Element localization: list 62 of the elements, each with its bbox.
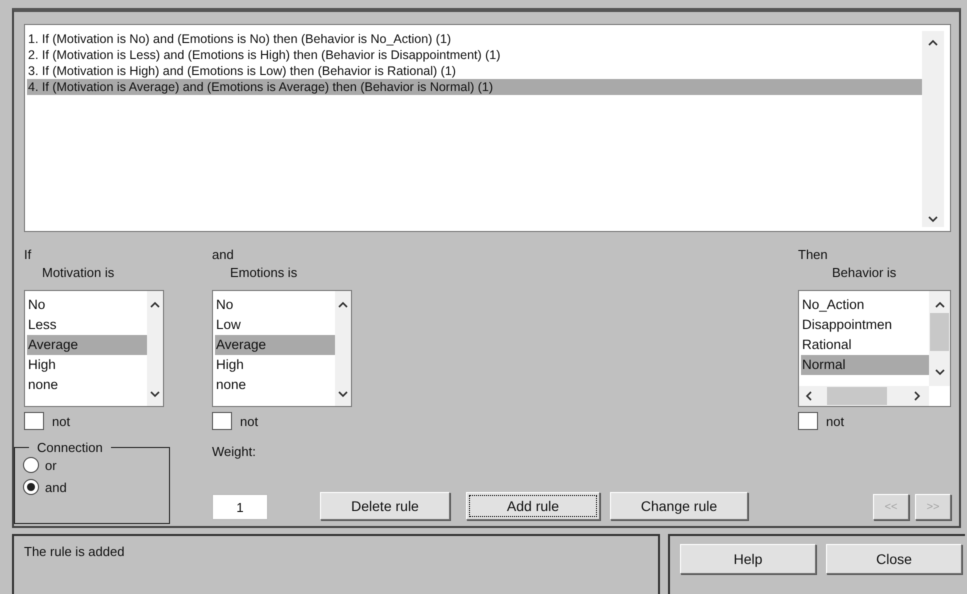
- scroll-down-icon[interactable]: [150, 390, 160, 398]
- weight-label: Weight:: [212, 443, 257, 459]
- change-rule-button[interactable]: Change rule: [610, 492, 748, 520]
- scroll-bar[interactable]: [335, 291, 351, 406]
- list-option[interactable]: Less: [27, 315, 147, 335]
- radio-button[interactable]: [23, 479, 39, 495]
- scroll-right-icon[interactable]: [913, 391, 921, 401]
- scroll-up-icon[interactable]: [928, 39, 938, 47]
- rule-item[interactable]: 3. If (Motivation is High) and (Emotions is Low) then (Behavior is Rational) (1): [27, 63, 922, 79]
- membership-list[interactable]: No_Action Disappointmen Rational Normal: [798, 290, 951, 407]
- list-option[interactable]: Disappointmen: [801, 315, 929, 335]
- add-rule-button[interactable]: Add rule: [466, 492, 600, 520]
- scroll-up-icon[interactable]: [338, 301, 348, 309]
- list-option[interactable]: Average: [27, 335, 147, 355]
- radio-button[interactable]: [23, 457, 39, 473]
- list-option[interactable]: High: [27, 355, 147, 375]
- section-heading: and: [212, 246, 235, 264]
- section-heading: If: [24, 246, 32, 264]
- rule-item[interactable]: 4. If (Motivation is Average) and (Emotions is Average) then (Behavior is Normal) (1): [27, 79, 922, 95]
- scroll-up-icon[interactable]: [934, 301, 944, 309]
- variable-label: Motivation is: [41, 264, 114, 282]
- scroll-bar[interactable]: [147, 291, 163, 406]
- list-option[interactable]: none: [27, 375, 147, 395]
- scroll-down-icon[interactable]: [934, 368, 944, 376]
- horizontal-scroll-bar[interactable]: [799, 386, 929, 406]
- scroll-up-icon[interactable]: [150, 301, 160, 309]
- help-button[interactable]: Help: [680, 544, 816, 574]
- close-button[interactable]: Close: [826, 544, 962, 574]
- section-heading: Then: [798, 246, 829, 264]
- rule-item[interactable]: 2. If (Motivation is Less) and (Emotions is High) then (Behavior is Disappointment) (1): [27, 47, 922, 63]
- not-label: not: [240, 414, 258, 428]
- membership-list[interactable]: No Less Average High none: [24, 290, 164, 407]
- list-option[interactable]: No_Action: [801, 295, 929, 315]
- not-label: not: [52, 414, 70, 428]
- list-option[interactable]: Rational: [801, 335, 929, 355]
- scroll-bar[interactable]: [922, 31, 944, 227]
- list-option[interactable]: No: [215, 295, 335, 315]
- not-checkbox[interactable]: [798, 412, 818, 430]
- scroll-bar[interactable]: [929, 291, 950, 386]
- list-option[interactable]: High: [215, 355, 335, 375]
- scroll-down-icon[interactable]: [928, 215, 938, 223]
- group-title: Connection: [36, 440, 104, 455]
- list-option[interactable]: Normal: [801, 355, 929, 375]
- not-checkbox[interactable]: [24, 412, 44, 430]
- variable-label: Emotions is: [229, 264, 298, 282]
- rule-item[interactable]: 1. If (Motivation is No) and (Emotions is No) then (Behavior is No_Action) (1): [27, 31, 922, 47]
- radio-label: or: [45, 458, 57, 472]
- radio-label: and: [45, 480, 67, 494]
- membership-list[interactable]: No Low Average High none: [212, 290, 352, 407]
- status-message: The rule is added: [12, 534, 660, 594]
- list-option[interactable]: Low: [215, 315, 335, 335]
- list-option[interactable]: No: [27, 295, 147, 315]
- not-label: not: [826, 414, 844, 428]
- rule-list[interactable]: [24, 24, 951, 232]
- scroll-left-icon[interactable]: [805, 391, 813, 401]
- scroll-down-icon[interactable]: [338, 390, 348, 398]
- delete-rule-button[interactable]: Delete rule: [320, 492, 450, 520]
- list-option[interactable]: none: [215, 375, 335, 395]
- list-option[interactable]: Average: [215, 335, 335, 355]
- weight-field[interactable]: 1: [212, 494, 268, 520]
- not-checkbox[interactable]: [212, 412, 232, 430]
- variable-label: Behavior is: [831, 264, 896, 282]
